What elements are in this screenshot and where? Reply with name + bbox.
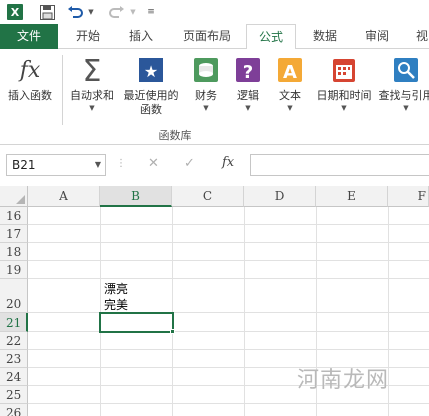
date-time-label: 日期和时间 bbox=[316, 89, 372, 102]
svg-text:★: ★ bbox=[144, 62, 158, 81]
logical-label: 逻辑 bbox=[237, 89, 259, 102]
row-header-16[interactable]: 16 bbox=[0, 207, 28, 225]
grid-line bbox=[28, 224, 429, 225]
name-box-value: B21 bbox=[12, 158, 36, 172]
recently-used-button[interactable]: ★ 最近使用的 函数 bbox=[118, 55, 184, 117]
group-label: 函数库 bbox=[158, 129, 192, 142]
excel-logo-icon: X bbox=[6, 3, 24, 21]
formula-bar: B21 ▼ ⋮ ✕ ✓ fx bbox=[0, 146, 429, 184]
cell-b20-line1: 漂亮 bbox=[104, 282, 129, 296]
formula-bar-grip[interactable]: ⋮ bbox=[116, 158, 126, 169]
text-icon: A bbox=[275, 55, 305, 85]
ribbon-separator bbox=[62, 55, 63, 125]
chevron-down-icon: ▼ bbox=[203, 104, 209, 112]
grid-line bbox=[28, 403, 429, 404]
date-time-icon bbox=[329, 55, 359, 85]
tab-page-layout[interactable]: 页面布局 bbox=[172, 24, 242, 49]
tab-insert[interactable]: 插入 bbox=[118, 24, 164, 49]
selected-cell-b21[interactable] bbox=[99, 312, 174, 333]
select-all-button[interactable] bbox=[0, 186, 28, 207]
lookup-reference-label: 查找与引用 bbox=[378, 89, 429, 102]
customize-qat-icon[interactable]: ≡ bbox=[146, 3, 156, 21]
insert-function-button[interactable]: fx 插入函数 bbox=[4, 55, 56, 103]
chevron-down-icon: ▼ bbox=[341, 104, 347, 112]
grid-line bbox=[28, 312, 429, 313]
grid-line bbox=[28, 260, 429, 261]
financial-button[interactable]: 财务 ▼ bbox=[188, 55, 224, 113]
worksheet-grid: A B C D E F 16 17 18 19 20 21 22 23 24 2… bbox=[0, 186, 429, 416]
insert-function-icon: fx bbox=[15, 55, 45, 85]
tab-view[interactable]: 视 bbox=[410, 24, 429, 49]
recently-used-icon: ★ bbox=[136, 55, 166, 85]
column-header-d[interactable]: D bbox=[244, 186, 316, 207]
chevron-down-icon: ▼ bbox=[245, 104, 251, 112]
column-header-e[interactable]: E bbox=[316, 186, 388, 207]
tab-formulas[interactable]: 公式 bbox=[246, 24, 296, 50]
autosum-icon: Σ bbox=[77, 55, 107, 85]
autosum-label: 自动求和 bbox=[70, 89, 114, 102]
svg-text:fx: fx bbox=[18, 58, 41, 83]
autosum-button[interactable]: Σ 自动求和 ▼ bbox=[66, 55, 118, 113]
chevron-down-icon: ▼ bbox=[89, 104, 95, 112]
insert-function-label: 插入函数 bbox=[8, 89, 52, 102]
insert-function-fx-button[interactable]: fx bbox=[222, 155, 234, 170]
recently-used-label: 最近使用的 函数 bbox=[123, 89, 179, 116]
lookup-reference-button[interactable]: 查找与引用 ▼ bbox=[378, 55, 429, 113]
ribbon-tabs: 文件 开始 插入 页面布局 公式 数据 审阅 视 bbox=[0, 24, 429, 50]
row-header-23[interactable]: 23 bbox=[0, 350, 28, 368]
redo-icon[interactable] bbox=[108, 3, 126, 21]
row-header-24[interactable]: 24 bbox=[0, 368, 28, 386]
chevron-down-icon[interactable]: ▼ bbox=[95, 155, 101, 175]
row-header-18[interactable]: 18 bbox=[0, 243, 28, 261]
row-header-19[interactable]: 19 bbox=[0, 261, 28, 279]
chevron-down-icon: ▼ bbox=[403, 104, 409, 112]
save-icon[interactable] bbox=[38, 3, 56, 21]
quick-access-toolbar: X ▼ ▼ ≡ bbox=[0, 0, 429, 24]
tab-file[interactable]: 文件 bbox=[0, 24, 58, 49]
column-header-f[interactable]: F bbox=[388, 186, 429, 207]
excel-window: { "quick_access": { "icons": ["excel-log… bbox=[0, 0, 429, 416]
column-header-b[interactable]: B bbox=[100, 186, 172, 207]
formula-input[interactable] bbox=[250, 154, 429, 176]
grid-line bbox=[28, 278, 429, 279]
logical-button[interactable]: ? 逻辑 ▼ bbox=[230, 55, 266, 113]
svg-text:Σ: Σ bbox=[83, 55, 102, 85]
enter-icon[interactable]: ✓ bbox=[184, 156, 195, 171]
grid-line bbox=[28, 242, 429, 243]
lookup-reference-icon bbox=[391, 55, 421, 85]
svg-text:?: ? bbox=[243, 62, 253, 83]
row-header-21[interactable]: 21 bbox=[0, 313, 28, 332]
tab-review[interactable]: 审阅 bbox=[354, 24, 400, 49]
financial-icon bbox=[191, 55, 221, 85]
row-header-22[interactable]: 22 bbox=[0, 332, 28, 350]
cell-b20-line2: 完美 bbox=[104, 298, 129, 312]
tab-data[interactable]: 数据 bbox=[302, 24, 348, 49]
cancel-icon[interactable]: ✕ bbox=[148, 156, 159, 171]
column-header-a[interactable]: A bbox=[28, 186, 100, 207]
row-header-20[interactable]: 20 bbox=[0, 279, 28, 313]
grid-line bbox=[28, 349, 429, 350]
financial-label: 财务 bbox=[195, 89, 217, 102]
svg-text:X: X bbox=[11, 6, 20, 19]
grid-line bbox=[28, 331, 429, 332]
chevron-down-icon: ▼ bbox=[287, 104, 293, 112]
logical-icon: ? bbox=[233, 55, 263, 85]
undo-dropdown-icon[interactable]: ▼ bbox=[86, 3, 96, 21]
date-time-button[interactable]: 日期和时间 ▼ bbox=[312, 55, 376, 113]
row-header-26[interactable]: 26 bbox=[0, 404, 28, 416]
undo-icon[interactable] bbox=[66, 3, 84, 21]
row-header-25[interactable]: 25 bbox=[0, 386, 28, 404]
text-functions-label: 文本 bbox=[279, 89, 301, 102]
text-functions-button[interactable]: A 文本 ▼ bbox=[272, 55, 308, 113]
svg-text:A: A bbox=[283, 62, 297, 83]
watermark-text: 河南龙网 bbox=[296, 368, 389, 393]
redo-dropdown-icon[interactable]: ▼ bbox=[128, 3, 138, 21]
column-header-c[interactable]: C bbox=[172, 186, 244, 207]
row-header-17[interactable]: 17 bbox=[0, 225, 28, 243]
name-box[interactable]: B21 ▼ bbox=[6, 154, 106, 176]
fill-handle[interactable] bbox=[170, 329, 175, 334]
tab-home[interactable]: 开始 bbox=[64, 24, 112, 49]
ribbon-formulas: fx 插入函数 Σ 自动求和 ▼ ★ 最近使用的 函数 财务 ▼ ? 逻辑 ▼ … bbox=[0, 49, 429, 145]
